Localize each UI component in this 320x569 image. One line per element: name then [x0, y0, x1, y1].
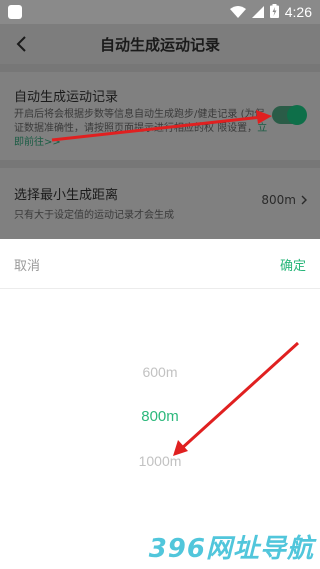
- min-distance-title: 选择最小生成距离: [14, 188, 119, 203]
- min-distance-value: 800m: [261, 193, 296, 207]
- distance-picker-sheet: 取消 确定 600m 800m 1000m: [0, 239, 320, 569]
- chevron-right-icon: [301, 195, 307, 205]
- confirm-button[interactable]: 确定: [280, 255, 306, 274]
- divider: [0, 160, 320, 168]
- clock: 4:26: [284, 4, 312, 20]
- min-distance-description: 只有大于设定值的运动记录才会生成: [14, 210, 174, 221]
- picker-header: 取消 确定: [0, 239, 320, 289]
- picker-option-selected[interactable]: 800m: [0, 408, 320, 425]
- auto-record-title: 自动生成运动记录: [14, 90, 119, 105]
- cancel-button[interactable]: 取消: [14, 255, 40, 274]
- auto-record-setting: 自动生成运动记录 开启后将会根据步数等信息自动生成跑步/健走记录 (为保证数据准…: [0, 72, 320, 160]
- site-watermark: 396网址导航: [148, 534, 314, 564]
- min-distance-setting[interactable]: 选择最小生成距离 只有大于设定值的运动记录才会生成 800m: [0, 168, 320, 228]
- auto-record-toggle[interactable]: [272, 105, 307, 125]
- desc-line-1: 开启后将会根据步数等信息自动生成跑步/健走记录: [14, 109, 238, 120]
- app-header: 自动生成运动记录: [0, 24, 320, 64]
- divider: [0, 64, 320, 72]
- picker-option[interactable]: 1000m: [0, 453, 320, 469]
- signal-icon: [251, 3, 264, 22]
- desc-line-3: 限设置，: [217, 123, 258, 134]
- toggle-knob: [287, 105, 307, 125]
- picker-option[interactable]: 600m: [0, 364, 320, 380]
- battery-charging-icon: [269, 3, 279, 22]
- notification-icon: [8, 5, 22, 19]
- wifi-icon: [229, 3, 246, 22]
- page-title: 自动生成运动记录: [99, 36, 220, 54]
- status-bar: 4:26: [0, 0, 320, 24]
- auto-record-description: 开启后将会根据步数等信息自动生成跑步/健走记录 (为保证数据准确性，请按照页面提…: [14, 108, 272, 150]
